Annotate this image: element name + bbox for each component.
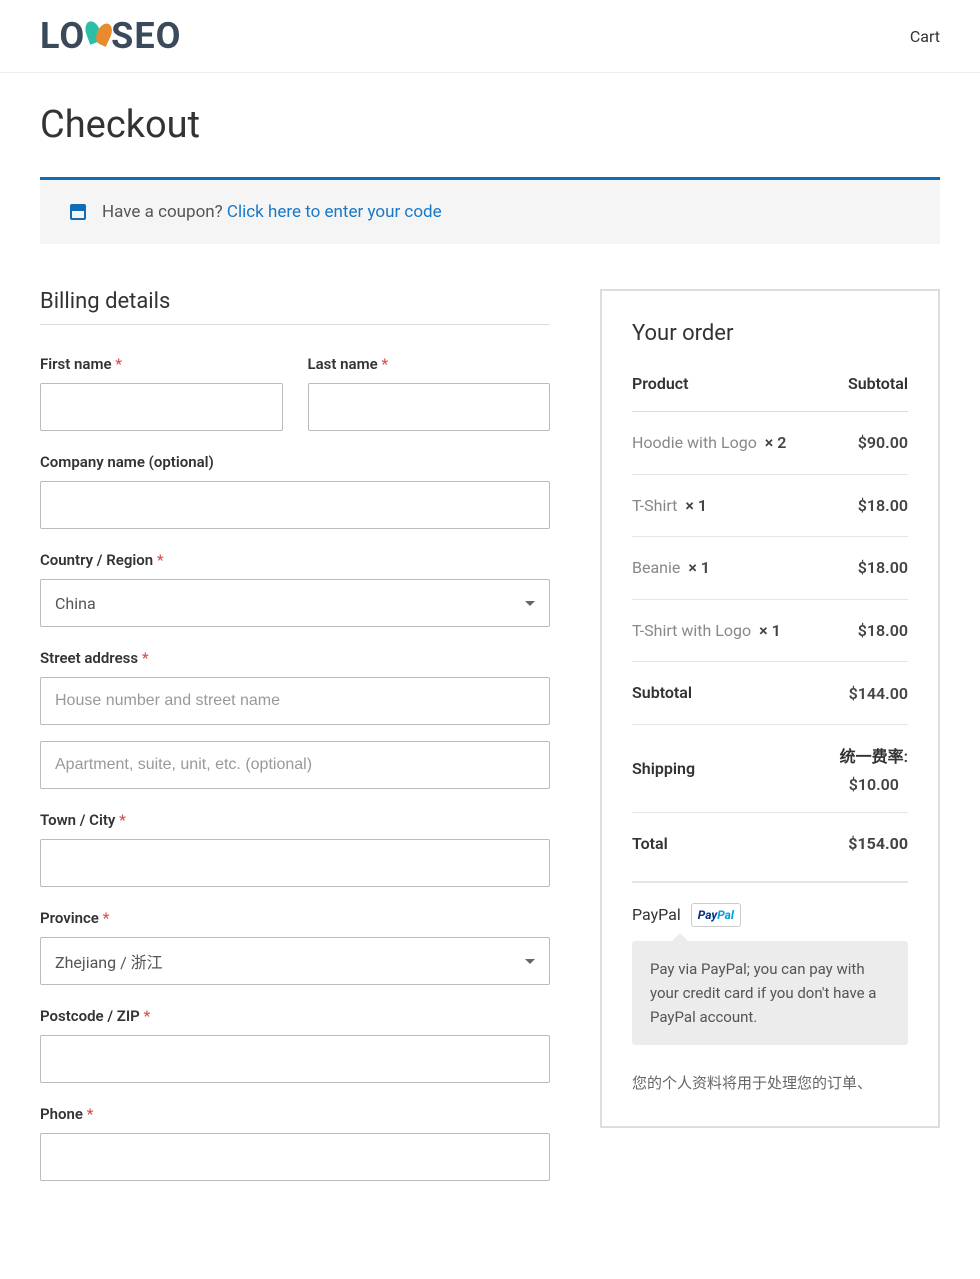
company-label: Company name (optional) (40, 453, 550, 471)
order-item: T-Shirt with Logo × 1 $18.00 (632, 600, 908, 663)
order-col-subtotal: Subtotal (848, 374, 908, 393)
site-logo[interactable]: LO SEO (40, 15, 181, 57)
street1-input[interactable] (40, 677, 550, 725)
logo-text-left: LO (40, 15, 85, 57)
city-input[interactable] (40, 839, 550, 887)
country-value: China (55, 594, 96, 613)
phone-input[interactable] (40, 1133, 550, 1181)
order-summary: Your order Product Subtotal Hoodie with … (600, 289, 940, 1128)
order-item: Hoodie with Logo × 2 $90.00 (632, 412, 908, 475)
billing-heading: Billing details (40, 289, 550, 325)
coupon-icon (70, 204, 86, 220)
province-value: Zhejiang / 浙江 (55, 949, 163, 973)
coupon-banner: Have a coupon? Click here to enter your … (40, 177, 940, 244)
coupon-link[interactable]: Click here to enter your code (227, 202, 442, 222)
logo-leaf-icon (83, 21, 113, 51)
privacy-text: 您的个人资料将用于处理您的订单、 (632, 1071, 908, 1097)
order-heading: Your order (632, 321, 908, 346)
order-shipping-row: Shipping 统一费率: $10.00 (632, 725, 908, 813)
cart-link[interactable]: Cart (910, 27, 940, 46)
company-input[interactable] (40, 481, 550, 529)
payment-method-label: PayPal (632, 905, 681, 924)
province-label: Province * (40, 909, 550, 927)
first-name-input[interactable] (40, 383, 283, 431)
street2-input[interactable] (40, 741, 550, 789)
province-select[interactable]: Zhejiang / 浙江 (40, 937, 550, 985)
page-title: Checkout (40, 103, 940, 147)
zip-label: Postcode / ZIP * (40, 1007, 550, 1025)
order-col-product: Product (632, 374, 689, 393)
order-item: Beanie × 1 $18.00 (632, 537, 908, 600)
payment-message: Pay via PayPal; you can pay with your cr… (632, 941, 908, 1045)
phone-label: Phone * (40, 1105, 550, 1123)
zip-input[interactable] (40, 1035, 550, 1083)
coupon-prompt: Have a coupon? (102, 202, 227, 222)
last-name-input[interactable] (308, 383, 551, 431)
logo-text-right: SEO (111, 15, 181, 57)
order-subtotal-row: Subtotal $144.00 (632, 662, 908, 725)
order-total-row: Total $154.00 (632, 813, 908, 883)
chevron-down-icon (525, 601, 535, 606)
payment-method-paypal[interactable]: PayPal PayPal (632, 903, 908, 927)
paypal-icon: PayPal (691, 903, 741, 927)
last-name-label: Last name * (308, 355, 551, 373)
country-label: Country / Region * (40, 551, 550, 569)
first-name-label: First name * (40, 355, 283, 373)
chevron-down-icon (525, 959, 535, 964)
city-label: Town / City * (40, 811, 550, 829)
order-item: T-Shirt × 1 $18.00 (632, 475, 908, 538)
country-select[interactable]: China (40, 579, 550, 627)
street-label: Street address * (40, 649, 550, 667)
